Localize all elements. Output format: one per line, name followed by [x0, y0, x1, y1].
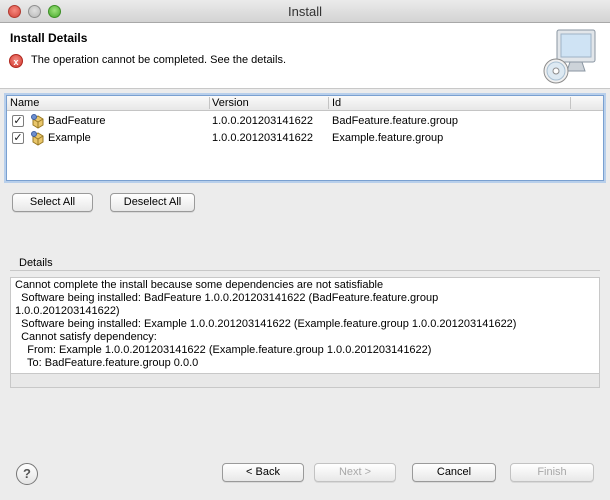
column-divider[interactable] — [570, 97, 571, 109]
finish-button[interactable]: Finish — [510, 463, 594, 482]
column-divider[interactable] — [209, 97, 210, 109]
column-header-id[interactable]: Id — [332, 97, 341, 109]
cancel-button[interactable]: Cancel — [412, 463, 496, 482]
details-divider — [10, 270, 600, 271]
row-checkbox[interactable]: ✓ — [12, 132, 24, 144]
table-row[interactable]: ✓ BadFeature 1.0.0.201203141622 BadFeatu… — [7, 113, 603, 130]
column-header-name[interactable]: Name — [10, 97, 39, 109]
back-button[interactable]: < Back — [222, 463, 304, 482]
details-line: Cannot satisfy dependency: — [15, 331, 157, 343]
title-bar: Install — [0, 0, 610, 23]
column-header-version[interactable]: Version — [212, 97, 249, 109]
select-all-button[interactable]: Select All — [12, 193, 93, 212]
row-name: Example — [48, 132, 91, 144]
deselect-all-button[interactable]: Deselect All — [110, 193, 195, 212]
details-line: Software being installed: BadFeature 1.0… — [15, 292, 439, 304]
window-title: Install — [288, 4, 322, 19]
row-id: BadFeature.feature.group — [332, 115, 458, 127]
details-line: Cannot complete the install because some… — [15, 279, 384, 291]
error-message: The operation cannot be completed. See t… — [31, 54, 287, 66]
table-row[interactable]: ✓ Example 1.0.0.201203141622 Example.fea… — [7, 130, 603, 147]
feature-icon — [31, 131, 44, 146]
row-id: Example.feature.group — [332, 132, 444, 144]
details-line: From: Example 1.0.0.201203141622 (Exampl… — [15, 344, 432, 356]
table-header: Name Version Id — [7, 96, 603, 111]
error-icon: x — [9, 54, 23, 68]
wizard-header: Install Details x The operation cannot b… — [0, 23, 610, 89]
page-title: Install Details — [10, 31, 88, 45]
install-banner-icon — [543, 29, 596, 84]
details-line: 1.0.0.201203141622) — [15, 305, 120, 317]
row-checkbox[interactable]: ✓ — [12, 115, 24, 127]
next-button[interactable]: Next > — [314, 463, 396, 482]
details-line: To: BadFeature.feature.group 0.0.0 — [15, 357, 199, 369]
details-horizontal-scrollbar[interactable] — [10, 374, 600, 388]
column-divider[interactable] — [328, 97, 329, 109]
details-line: Software being installed: Example 1.0.0.… — [15, 318, 517, 330]
details-label: Details — [19, 257, 53, 269]
feature-icon — [31, 114, 44, 129]
help-icon[interactable]: ? — [16, 463, 38, 485]
row-version: 1.0.0.201203141622 — [212, 115, 313, 127]
details-text-area[interactable]: Cannot complete the install because some… — [10, 277, 600, 374]
row-version: 1.0.0.201203141622 — [212, 132, 313, 144]
feature-table[interactable]: Name Version Id ✓ BadFeature 1.0.0.20120… — [6, 95, 604, 181]
row-name: BadFeature — [48, 115, 106, 127]
